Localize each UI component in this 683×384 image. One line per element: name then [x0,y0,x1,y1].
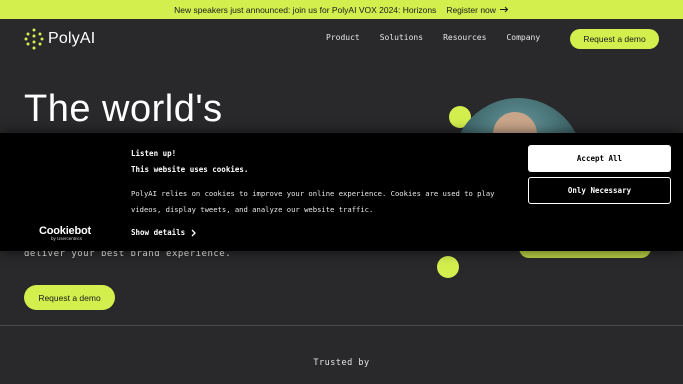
cookie-body: PolyAI relies on cookies to improve your… [131,189,495,214]
nav-links: Product Solutions Resources Company [326,33,560,42]
chevron-right-icon [191,229,197,236]
nav-product[interactable]: Product [326,33,360,42]
trusted-by-label: Trusted by [313,358,370,368]
decorative-dot-bottom [437,256,459,278]
nav-solutions[interactable]: Solutions [380,33,423,42]
accept-all-button[interactable]: Accept All [528,145,671,172]
show-details-link[interactable]: Show details [131,228,197,237]
cookie-subtitle: This website uses cookies. [131,165,249,174]
only-necessary-button[interactable]: Only Necessary [528,177,671,204]
register-now-link[interactable]: Register now [446,5,509,15]
hero-title: The world's [24,88,223,130]
logo-mark-icon [24,28,44,50]
logo-text: PolyAI [48,30,96,47]
nav-request-demo-button[interactable]: Request a demo [570,29,659,49]
polyai-logo[interactable]: PolyAI [24,28,95,50]
show-details-label: Show details [131,228,186,237]
register-now-label: Register now [446,4,496,15]
cookie-title: Listen up! [131,149,177,158]
cookie-banner: Cookiebot by Usercentrics Listen up! Thi… [0,133,683,251]
section-divider [0,325,683,326]
nav-company[interactable]: Company [506,33,540,42]
arrow-right-icon [499,6,509,13]
hero-request-demo-button[interactable]: Request a demo [24,285,115,310]
nav-resources[interactable]: Resources [443,33,486,42]
announcement-bar: New speakers just announced: join us for… [0,0,683,19]
announcement-text: New speakers just announced: join us for… [174,4,437,15]
cookiebot-logo: Cookiebot by Usercentrics [39,225,91,241]
top-nav: PolyAI Product Solutions Resources Compa… [0,19,683,59]
